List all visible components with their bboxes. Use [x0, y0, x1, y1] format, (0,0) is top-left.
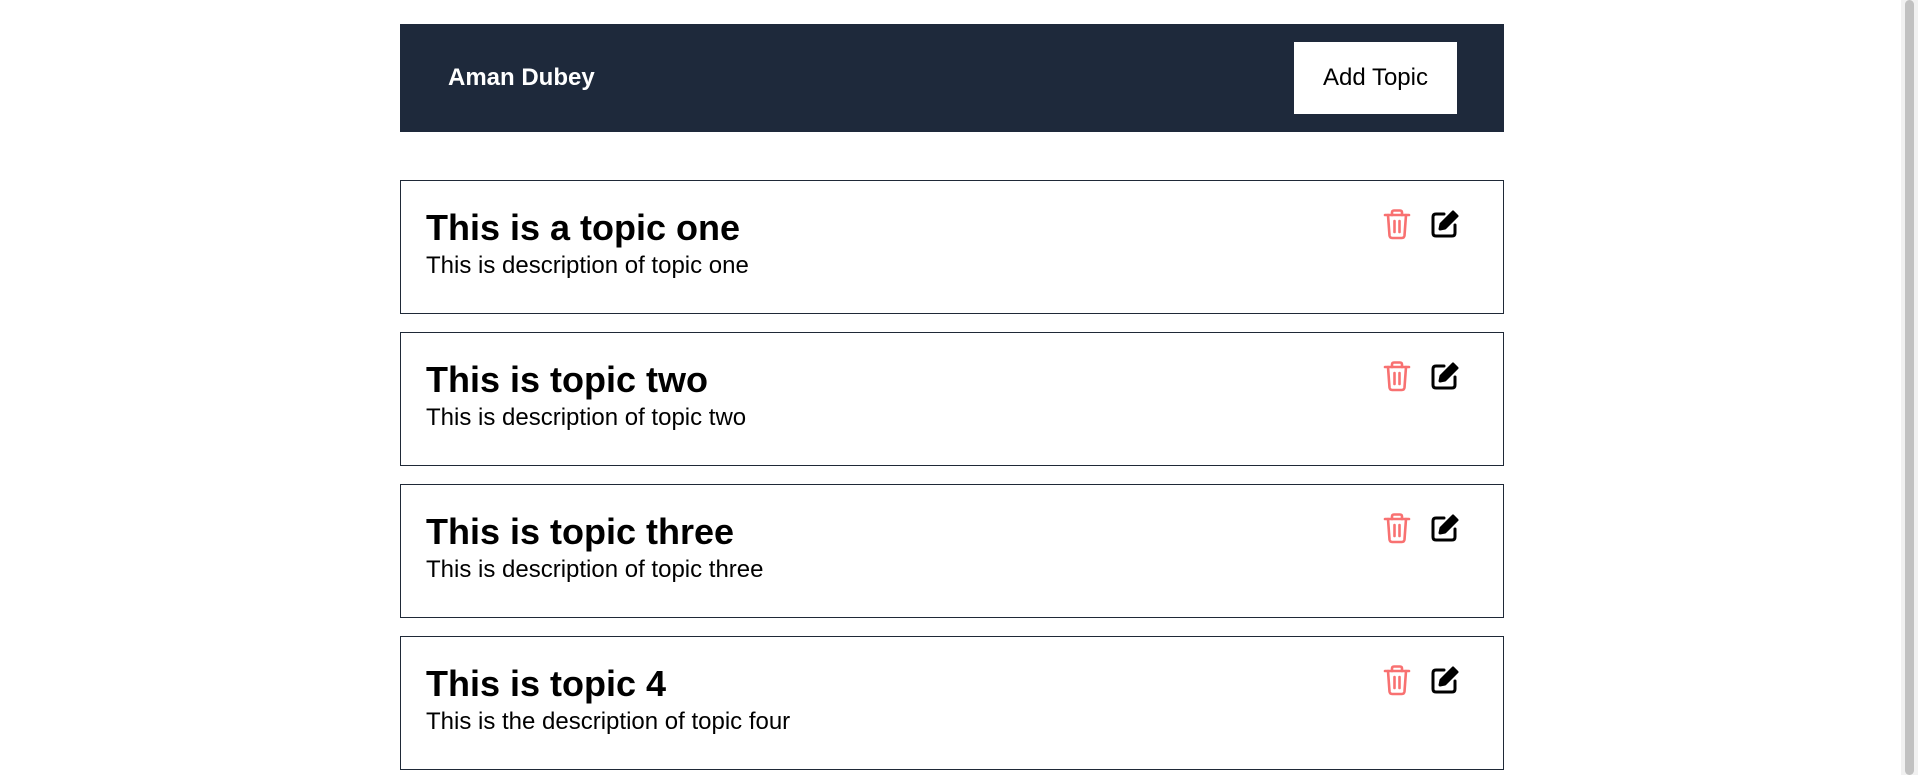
topic-content: This is topic three This is description … — [426, 485, 764, 617]
topic-card: This is topic three This is description … — [400, 484, 1504, 618]
topic-content: This is topic two This is description of… — [426, 333, 746, 465]
topic-description: This is description of topic two — [426, 404, 747, 431]
delete-button[interactable] — [1381, 207, 1413, 241]
edit-icon — [1431, 362, 1459, 390]
topic-card: This is topic two This is description of… — [400, 332, 1504, 466]
scrollbar-thumb[interactable] — [1905, 0, 1914, 775]
trash-icon — [1383, 665, 1411, 696]
topic-card: This is a topic one This is description … — [400, 180, 1504, 314]
edit-icon — [1431, 666, 1459, 694]
add-topic-button[interactable]: Add Topic — [1294, 42, 1457, 114]
edit-button[interactable] — [1429, 359, 1461, 393]
topic-title: This is topic two — [426, 359, 709, 400]
main-container: Aman Dubey Add Topic This is a topic one… — [400, 24, 1504, 775]
topic-actions — [1381, 637, 1478, 769]
topic-actions — [1381, 485, 1478, 617]
navbar: Aman Dubey Add Topic — [400, 24, 1504, 132]
trash-icon — [1383, 361, 1411, 392]
edit-button[interactable] — [1429, 511, 1461, 545]
topic-title: This is a topic one — [426, 207, 741, 248]
topic-description: This is description of topic one — [426, 252, 749, 279]
page: Aman Dubey Add Topic This is a topic one… — [0, 0, 1918, 775]
delete-button[interactable] — [1381, 511, 1413, 545]
topic-card: This is topic 4 This is the description … — [400, 636, 1504, 770]
edit-icon — [1431, 210, 1459, 238]
topic-description: This is the description of topic four — [426, 708, 791, 735]
trash-icon — [1383, 513, 1411, 544]
delete-button[interactable] — [1381, 359, 1413, 393]
topic-actions — [1381, 333, 1478, 465]
topic-content: This is topic 4 This is the description … — [426, 637, 790, 769]
edit-icon — [1431, 514, 1459, 542]
topic-list: This is a topic one This is description … — [400, 180, 1504, 770]
edit-button[interactable] — [1429, 663, 1461, 697]
topic-description: This is description of topic three — [426, 556, 764, 583]
vertical-scrollbar[interactable] — [1901, 0, 1918, 775]
topic-title: This is topic three — [426, 511, 735, 552]
topic-actions — [1381, 181, 1478, 313]
trash-icon — [1383, 209, 1411, 240]
topic-content: This is a topic one This is description … — [426, 181, 749, 313]
edit-button[interactable] — [1429, 207, 1461, 241]
topic-title: This is topic 4 — [426, 663, 667, 704]
delete-button[interactable] — [1381, 663, 1413, 697]
brand-link[interactable]: Aman Dubey — [448, 64, 595, 92]
